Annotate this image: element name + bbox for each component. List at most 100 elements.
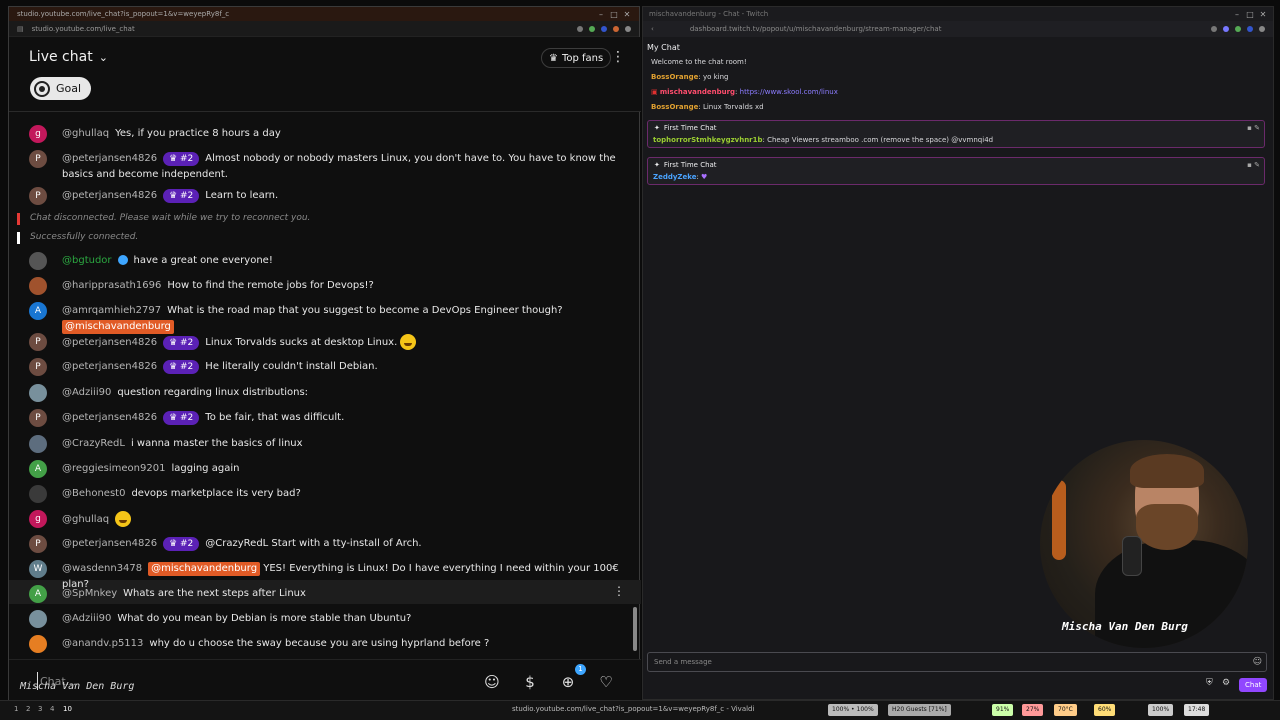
emoji-icon[interactable]: ☺ [483,673,501,691]
avatar[interactable] [29,485,47,503]
avatar[interactable]: P [29,535,47,553]
chat-username[interactable]: BossOrange [651,73,698,81]
chat-message[interactable]: @Adziii90 What do you mean by Debian is m… [29,610,619,628]
workspace-4[interactable]: 4 [50,705,54,713]
message-author[interactable]: @anandv.p5113 [62,638,143,649]
extension-icon[interactable] [1247,26,1253,32]
chat-username[interactable]: tophorrorStmhkeygzvhnr1b [653,136,763,144]
extension-icon[interactable] [577,25,583,32]
chat-message[interactable]: g @ghullaq [29,510,619,528]
minimize-icon[interactable]: – [597,10,605,19]
avatar[interactable] [29,435,47,453]
chat-message[interactable]: @CrazyRedL i wanna master the basics of l… [29,435,619,453]
address-url[interactable]: studio.youtube.com/live_chat [32,25,135,33]
message-author[interactable]: @peterjansen4826 [62,190,157,201]
heart-icon[interactable]: ♡ [597,673,615,691]
top-fans-button[interactable]: ♛ Top fans [541,48,612,68]
close-icon[interactable]: ✕ [623,10,631,19]
extension-icon[interactable] [1211,26,1217,32]
emote-picker-icon[interactable]: ☺ [1253,657,1262,667]
chat-message[interactable]: @bgtudor have a great one everyone! [29,252,619,270]
extension-icon[interactable] [625,25,631,32]
address-url[interactable]: dashboard.twitch.tv/popout/u/mischavande… [690,25,942,33]
super-chat-icon[interactable]: $ [521,673,539,691]
avatar[interactable]: g [29,510,47,528]
message-author[interactable]: @Behonest0 [62,488,125,499]
avatar[interactable]: A [29,302,47,320]
tab-stack-icon[interactable]: ▤ [17,25,24,33]
chat-username[interactable]: ZeddyZeke [653,173,696,181]
message-author[interactable]: @peterjansen4826 [62,361,157,372]
extension-icon[interactable] [613,25,619,32]
chat-line[interactable]: ▣ mischavandenburg: https://www.skool.co… [651,88,838,96]
back-icon[interactable]: ‹ [651,25,654,33]
extension-icon[interactable] [589,25,595,32]
mention-highlight[interactable]: @mischavandenburg [62,320,174,334]
address-bar[interactable]: ▤ studio.youtube.com/live_chat [9,21,639,37]
avatar[interactable]: P [29,187,47,205]
chat-message[interactable]: @anandv.p5113 why do u choose the sway be… [29,635,619,653]
avatar[interactable]: g [29,125,47,143]
message-author[interactable]: @ghullaq [62,128,109,139]
chat-message[interactable]: @haripprasath1696 How to find the remote … [29,277,619,295]
message-author[interactable]: @Adziii90 [62,613,111,624]
card-actions-icon[interactable]: ▪ ✎ [1247,124,1260,132]
minimize-icon[interactable]: – [1233,10,1241,19]
scrollbar[interactable] [633,607,637,651]
chat-message[interactable]: g @ghullaq Yes, if you practice 8 hours a… [29,125,619,143]
message-author[interactable]: @reggiesimeon9201 [62,463,165,474]
message-author[interactable]: @peterjansen4826 [62,412,157,423]
workspace-1[interactable]: 1 [14,705,18,713]
avatar[interactable]: P [29,333,47,351]
avatar[interactable]: A [29,585,47,603]
message-author[interactable]: @SpMnkey [62,588,117,599]
avatar[interactable]: P [29,409,47,427]
chat-message[interactable]: @Adziii90 question regarding linux distri… [29,384,619,402]
more-options-icon[interactable]: ⋮ [611,49,625,65]
chat-message[interactable]: P @peterjansen4826 ♛ #2 Almost nobody or n… [29,150,619,183]
send-message-input[interactable]: Send a message ☺ [647,652,1267,672]
goal-button[interactable]: Goal [30,77,92,100]
close-icon[interactable]: ✕ [1259,10,1267,19]
maximize-icon[interactable]: □ [610,10,618,19]
chat-message[interactable]: A @amrqamhieh2797 What is the road map th… [29,302,619,335]
workspace-10[interactable]: 10 [63,705,72,713]
address-bar[interactable]: ‹ dashboard.twitch.tv/popout/u/mischavan… [643,21,1273,37]
first-time-chat-card[interactable]: ✦ First Time Chat ▪ ✎ ZeddyZeke: ♥ [647,157,1265,185]
live-chat-selector[interactable]: Live chat ⌄ [29,49,108,65]
maximize-icon[interactable]: □ [1246,10,1254,19]
chat-message[interactable]: P @peterjansen4826 ♛ #2 @CrazyRedL Start w… [29,535,619,553]
chat-message[interactable]: A @SpMnkey Whats are the next steps after… [29,585,619,603]
extension-icon[interactable] [1223,26,1229,32]
message-author[interactable]: @peterjansen4826 [62,337,157,348]
message-author[interactable]: @Adziii90 [62,387,111,398]
add-icon[interactable]: ⊕ [559,673,577,691]
card-actions-icon[interactable]: ▪ ✎ [1247,161,1260,169]
chat-line[interactable]: BossOrange: Linux Torvalds xd [651,103,764,111]
avatar[interactable]: P [29,358,47,376]
chat-message[interactable]: A @reggiesimeon9201 lagging again [29,460,619,478]
avatar[interactable] [29,384,47,402]
message-author[interactable]: @wasdenn3478 [62,563,142,574]
chat-link[interactable]: https://www.skool.com/linux [740,88,838,96]
message-author[interactable]: @bgtudor [62,255,112,266]
chat-send-button[interactable]: Chat [1239,678,1268,692]
extension-icon[interactable] [1259,26,1265,32]
avatar[interactable] [29,252,47,270]
message-menu-icon[interactable]: ⋮ [613,584,625,598]
chat-message[interactable]: P @peterjansen4826 ♛ #2 To be fair, that w… [29,409,619,427]
chat-message-list[interactable]: g @ghullaq Yes, if you practice 8 hours a… [9,113,641,659]
chat-message[interactable]: P @peterjansen4826 ♛ #2 Linux Torvalds suc… [29,333,619,351]
message-author[interactable]: @peterjansen4826 [62,153,157,164]
message-author[interactable]: @ghullaq [62,514,109,525]
shield-icon[interactable]: ⛨ [1206,678,1213,688]
avatar[interactable]: P [29,150,47,168]
chat-line[interactable]: BossOrange: yo king [651,73,728,81]
chat-message[interactable]: P @peterjansen4826 ♛ #2 He literally could… [29,358,619,376]
workspace-2[interactable]: 2 [26,705,30,713]
avatar[interactable] [29,610,47,628]
avatar[interactable] [29,635,47,653]
extension-icon[interactable] [601,25,607,32]
chat-username[interactable]: mischavandenburg [660,88,735,96]
avatar[interactable]: W [29,560,47,578]
